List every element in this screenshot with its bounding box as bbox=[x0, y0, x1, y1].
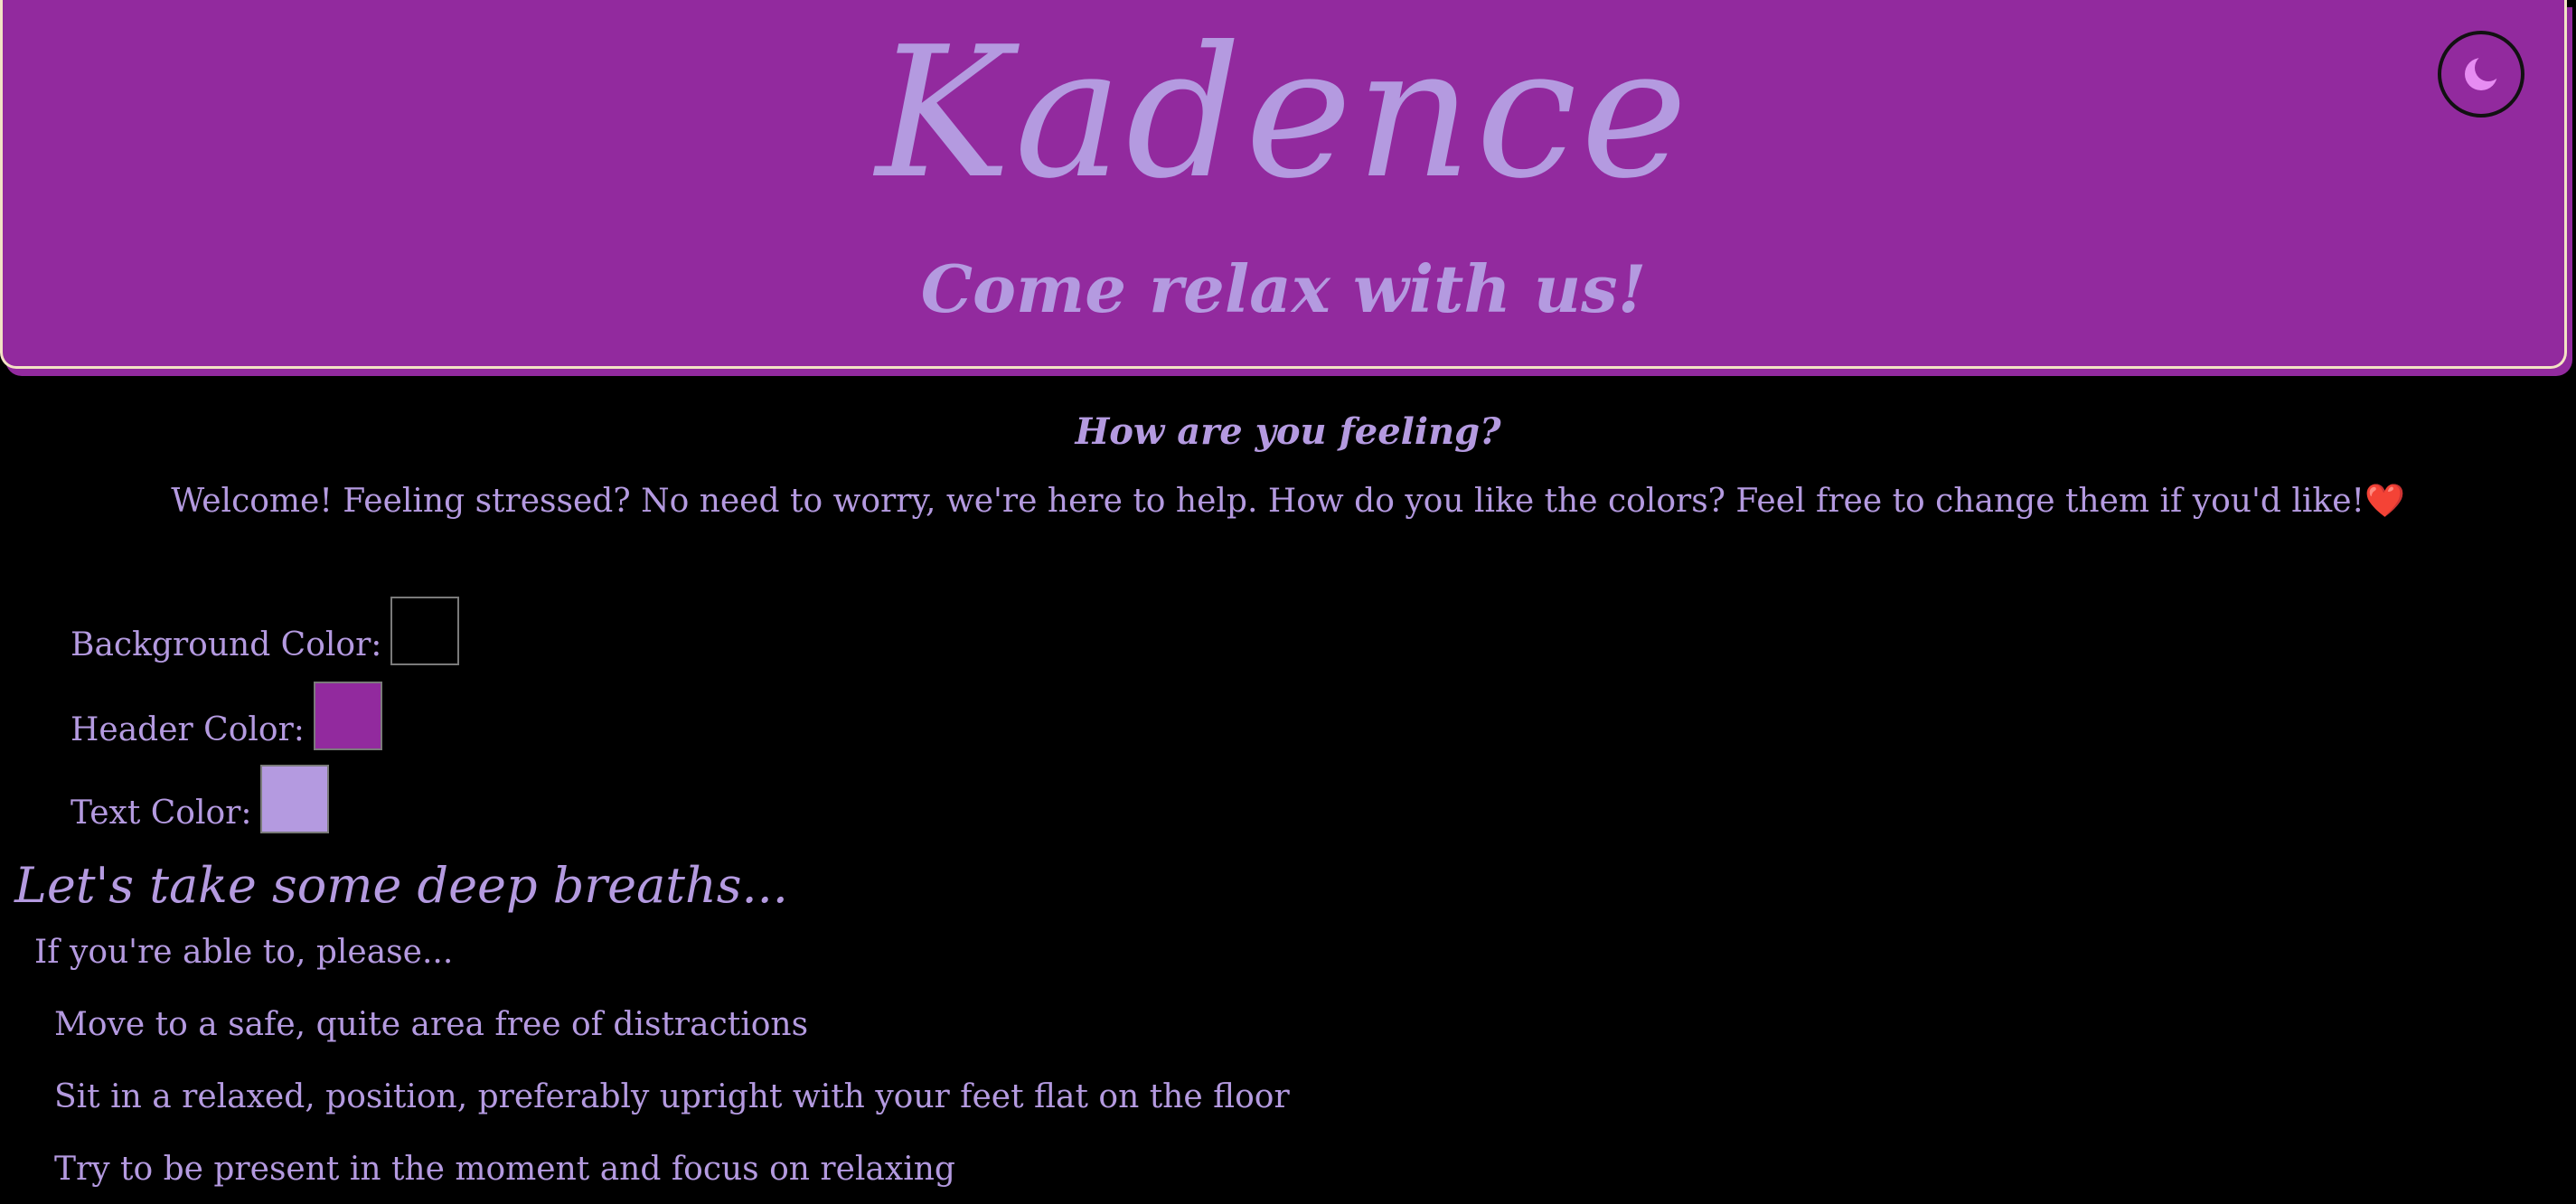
heart-icon: ❤️ bbox=[2364, 483, 2405, 520]
list-item: Try to be present in the moment and focu… bbox=[54, 1151, 955, 1188]
theme-toggle-button[interactable] bbox=[2438, 31, 2524, 118]
header-color-row: Header Color: bbox=[71, 682, 382, 750]
list-item: Move to a safe, quite area free of distr… bbox=[54, 1006, 809, 1043]
site-subtitle: Come relax with us! bbox=[920, 250, 1647, 327]
header-color-picker[interactable] bbox=[313, 682, 382, 750]
background-color-row: Background Color: bbox=[71, 597, 460, 665]
breathing-steps: Move to a safe, quite area free of distr… bbox=[54, 1002, 1290, 1204]
breathing-intro: If you're able to, please... bbox=[34, 934, 454, 971]
list-item: Sit in a relaxed, position, preferably u… bbox=[54, 1078, 1290, 1115]
text-color-picker[interactable] bbox=[260, 765, 330, 833]
feeling-question: How are you feeling? bbox=[1075, 410, 1501, 453]
header-color-label: Header Color: bbox=[71, 711, 305, 748]
welcome-message: Welcome! Feeling stressed? No need to wo… bbox=[0, 477, 2576, 526]
background-color-label: Background Color: bbox=[71, 626, 382, 663]
breathing-heading: Let's take some deep breaths... bbox=[14, 857, 788, 914]
text-color-row: Text Color: bbox=[71, 765, 330, 833]
moon-icon bbox=[2465, 54, 2501, 90]
site-header: Kadence Come relax with us! bbox=[0, 0, 2567, 369]
text-color-label: Text Color: bbox=[71, 795, 252, 832]
welcome-text: Welcome! Feeling stressed? No need to wo… bbox=[171, 483, 2364, 520]
background-color-picker[interactable] bbox=[390, 597, 460, 665]
site-title: Kadence bbox=[875, 8, 1692, 219]
